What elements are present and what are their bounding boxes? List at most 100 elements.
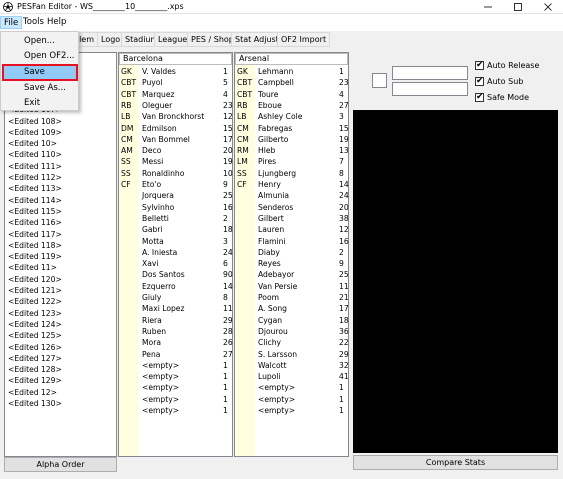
player-row[interactable]: CBT Campbell 23	[235, 77, 349, 88]
player-row[interactable]: Giuly 8	[119, 292, 232, 303]
team-list-item[interactable]: <Edited 10>	[5, 138, 57, 149]
player-row[interactable]: CBT Puyol 5	[119, 77, 232, 88]
player-row[interactable]: Ruben 28	[119, 326, 233, 337]
player-field-1[interactable]	[392, 66, 468, 80]
player-row[interactable]: Belletti 2	[119, 213, 232, 224]
player-row[interactable]: Djourou 36	[235, 326, 349, 337]
tab-stat-adjust[interactable]: Stat Adjust	[231, 32, 283, 47]
player-row[interactable]: Motta 3	[119, 236, 232, 247]
team-list-item[interactable]: <Edited 111>	[5, 161, 62, 172]
team-list-item[interactable]: <Edited 119>	[5, 251, 62, 262]
team-list-item[interactable]: <Edited 122>	[5, 296, 62, 307]
player-row[interactable]: <empty> 1	[119, 394, 232, 405]
player-row[interactable]: Flamini 16	[235, 236, 349, 247]
player-row[interactable]: Gabri 18	[119, 224, 233, 235]
player-row[interactable]: Adebayor 25	[235, 269, 349, 280]
player-row[interactable]: CBT Marquez 4	[119, 89, 232, 100]
player-row[interactable]: <empty> 1	[119, 360, 232, 371]
team-list-item[interactable]: <Edited 110>	[5, 149, 62, 160]
player-row[interactable]: Xavi 6	[119, 258, 232, 269]
player-row[interactable]: Sylvinho 16	[119, 202, 233, 213]
team-list-item[interactable]: <Edited 130>	[5, 398, 62, 409]
player-row[interactable]: Diaby 2	[235, 247, 348, 258]
minimize-button[interactable]	[473, 0, 503, 14]
player-row[interactable]: RM Hleb 13	[235, 145, 349, 156]
safe-mode-checkbox[interactable]	[475, 91, 484, 103]
alpha-order-button[interactable]: Alpha Order	[4, 457, 117, 472]
maximize-button[interactable]	[503, 0, 533, 14]
menu-item-open-of2[interactable]: Open OF2...	[4, 50, 76, 63]
tab-of2-import[interactable]: OF2 Import	[277, 32, 331, 47]
player-row[interactable]: CM Fabregas 15	[235, 123, 349, 134]
player-row[interactable]: <empty> 1	[119, 405, 232, 416]
player-row[interactable]: CF Eto'o 9	[119, 179, 232, 190]
player-row[interactable]: <empty> 1	[119, 382, 232, 393]
player-row[interactable]: Lauren 12	[235, 224, 349, 235]
team-list-item[interactable]: <Edited 121>	[5, 285, 62, 296]
player-row[interactable]: LB Ashley Cole 3	[235, 111, 348, 122]
team-list-item[interactable]: <Edited 129>	[5, 375, 62, 386]
team-list-item[interactable]: <Edited 125>	[5, 330, 62, 341]
team-list-item[interactable]: <Edited 108>	[5, 116, 62, 127]
menu-item-save[interactable]: Save	[2, 64, 78, 81]
player-row[interactable]: Senderos 20	[235, 202, 349, 213]
team-list-item[interactable]: <Edited 124>	[5, 319, 62, 330]
team-list-item[interactable]: <Edited 114>	[5, 195, 62, 206]
player-row[interactable]: SS Messi 19	[119, 156, 233, 167]
team1-squad-panel[interactable]: Barcelona GK V. Valdes 1 CBT Puyol 5 CBT Marque…	[118, 52, 233, 457]
player-row[interactable]: DM Edmilson 15	[119, 123, 233, 134]
player-row[interactable]: Pena 27	[119, 349, 233, 360]
team-list-item[interactable]: <Edited 120>	[5, 274, 62, 285]
player-row[interactable]: Poom 21	[235, 292, 349, 303]
player-row[interactable]: <empty> 1	[235, 394, 348, 405]
player-row[interactable]: CM Van Bommel 17	[119, 134, 233, 145]
team-list-item[interactable]: <Edited 109>	[5, 127, 62, 138]
player-row[interactable]: Riera 29	[119, 315, 233, 326]
player-row[interactable]: <empty> 1	[235, 382, 348, 393]
menu-item-save-as[interactable]: Save As...	[4, 82, 76, 95]
player-row[interactable]: CF Henry 14	[235, 179, 349, 190]
team-list-item[interactable]: <Edited 112>	[5, 172, 62, 183]
player-row[interactable]: Van Persie 11	[235, 281, 349, 292]
player-row[interactable]: Clichy 22	[235, 337, 349, 348]
team2-name[interactable]: Arsenal	[235, 53, 348, 65]
player-row[interactable]: LB Van Bronckhorst 12	[119, 111, 233, 122]
player-row[interactable]: Lupoli 41	[235, 371, 349, 382]
compare-stats-button[interactable]: Compare Stats	[353, 455, 558, 470]
menu-help[interactable]: Help	[44, 16, 69, 29]
player-row[interactable]: RB Oleguer 23	[119, 100, 233, 111]
team-list-item[interactable]: <Edited 12>	[5, 387, 57, 398]
menu-tools[interactable]: Tools	[20, 16, 47, 29]
player-row[interactable]: LM Pires 7	[235, 156, 348, 167]
team1-name[interactable]: Barcelona	[119, 53, 232, 65]
auto-release-checkbox[interactable]	[475, 59, 484, 71]
close-button[interactable]	[533, 0, 563, 14]
tab-league[interactable]: League	[154, 32, 192, 47]
player-row[interactable]: Almunia 24	[235, 190, 349, 201]
player-row[interactable]: A. Iniesta 24	[119, 247, 233, 258]
team-list-item[interactable]: <Edited 11>	[5, 262, 57, 273]
team-list-item[interactable]: <Edited 113>	[5, 183, 62, 194]
player-row[interactable]: SS Ronaldinho 10	[119, 168, 233, 179]
player-row[interactable]: Reyes 9	[235, 258, 348, 269]
player-row[interactable]: Dos Santos 90	[119, 269, 233, 280]
team-list-item[interactable]: <Edited 123>	[5, 308, 62, 319]
player-row[interactable]: <empty> 1	[235, 405, 348, 416]
player-row[interactable]: Ezquerro 14	[119, 281, 233, 292]
team-list-item[interactable]: <Edited 126>	[5, 342, 62, 353]
team-list-item[interactable]: <Edited 127>	[5, 353, 62, 364]
player-row[interactable]: Jorquera 25	[119, 190, 233, 201]
auto-sub-checkbox[interactable]	[475, 75, 484, 87]
player-row[interactable]: Cygan 18	[235, 315, 349, 326]
menu-item-open[interactable]: Open...	[4, 35, 76, 48]
player-row[interactable]: CBT Toure 4	[235, 89, 348, 100]
player-field-2[interactable]	[392, 82, 468, 96]
player-row[interactable]: Maxi Lopez 11	[119, 303, 233, 314]
color-swatch[interactable]	[372, 73, 387, 88]
player-row[interactable]: RB Eboue 27	[235, 100, 349, 111]
player-row[interactable]: GK Lehmann 1	[235, 66, 348, 77]
player-row[interactable]: S. Larsson 29	[235, 349, 349, 360]
team-list-item[interactable]: <Edited 115>	[5, 206, 62, 217]
player-row[interactable]: SS Ljungberg 8	[235, 168, 348, 179]
team-list-item[interactable]: <Edited 117>	[5, 229, 62, 240]
